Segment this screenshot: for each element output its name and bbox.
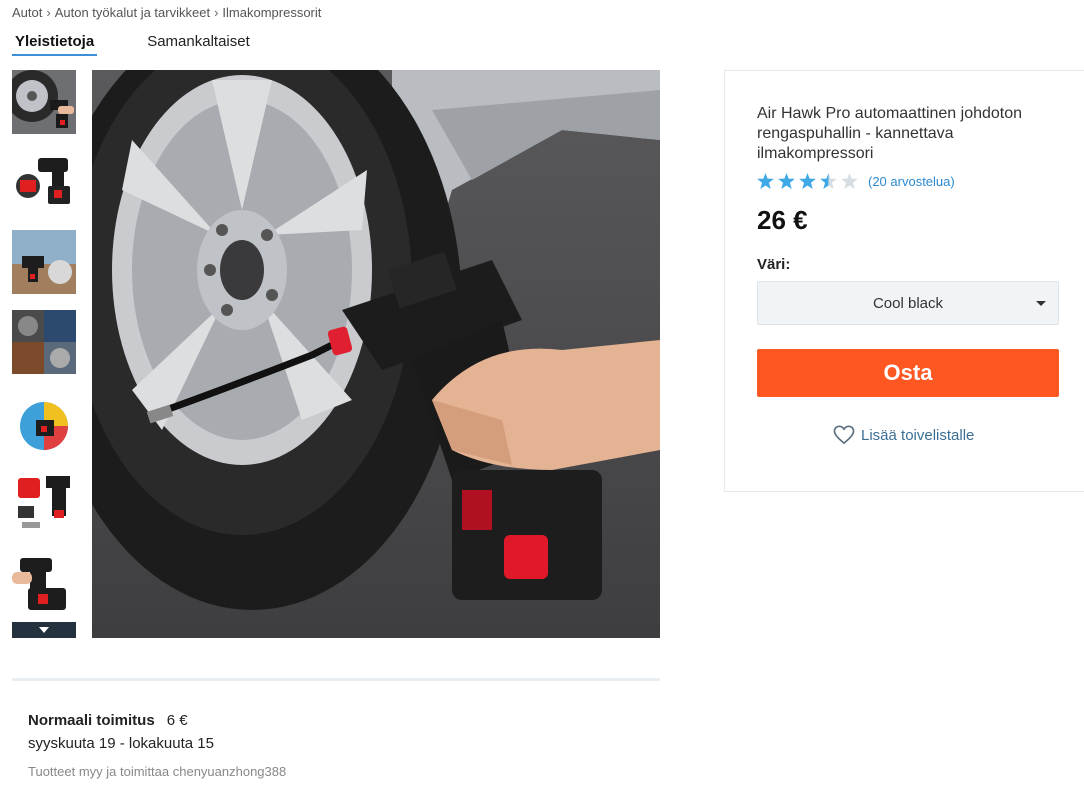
color-select[interactable]: Cool black: [757, 281, 1059, 325]
breadcrumb-compressors[interactable]: Ilmakompressorit: [222, 5, 321, 20]
review-count-link[interactable]: (20 arvostelua): [868, 174, 955, 189]
breadcrumb-autot[interactable]: Autot: [12, 5, 42, 20]
heart-icon: [833, 425, 855, 445]
star-full-icon: [778, 173, 795, 189]
thumbnail-list: [12, 70, 76, 630]
thumbnail-1[interactable]: [12, 70, 76, 134]
tab-bar: Yleistietoja Samankaltaiset: [12, 32, 253, 56]
shipping-info: Normaali toimitus 6 € syyskuuta 19 - lok…: [28, 712, 286, 779]
section-divider: [12, 678, 660, 681]
purchase-panel: Air Hawk Pro automaattinen johdoton reng…: [724, 70, 1084, 492]
thumbnail-3[interactable]: [12, 230, 76, 294]
breadcrumb-tools[interactable]: Auton työkalut ja tarvikkeet: [55, 5, 210, 20]
shipping-dates: syyskuuta 19 - lokakuuta 15: [28, 735, 214, 752]
thumbnail-5[interactable]: [12, 390, 76, 454]
product-price: 26 €: [757, 205, 808, 235]
shipping-title: Normaali toimitus: [28, 712, 155, 729]
chevron-right-icon: ›: [46, 5, 51, 20]
breadcrumb: Autot › Auton työkalut ja tarvikkeet › I…: [12, 5, 321, 20]
wishlist-label: Lisää toivelistalle: [861, 426, 975, 444]
product-main-image[interactable]: [92, 70, 660, 638]
rating: (20 arvostelua): [757, 173, 955, 189]
tab-similar[interactable]: Samankaltaiset: [144, 32, 253, 56]
shipping-price: 6 €: [166, 712, 188, 729]
thumbnail-2[interactable]: [12, 150, 76, 214]
thumbnail-4[interactable]: [12, 310, 76, 374]
star-full-icon: [757, 173, 774, 189]
seller-info: Tuotteet myy ja toimittaa chenyuanzhong3…: [28, 764, 287, 779]
star-empty-icon: [841, 173, 858, 189]
thumbnail-6[interactable]: [12, 470, 76, 534]
star-half-icon: [820, 173, 837, 189]
chevron-down-icon: [39, 627, 49, 633]
tab-general[interactable]: Yleistietoja: [12, 32, 98, 56]
product-title: Air Hawk Pro automaattinen johdoton reng…: [757, 105, 1023, 162]
star-full-icon: [799, 173, 816, 189]
thumbnail-7[interactable]: [12, 550, 76, 614]
color-select-value: Cool black: [872, 294, 944, 312]
chevron-right-icon: ›: [214, 5, 219, 20]
buy-button[interactable]: Osta: [757, 349, 1059, 397]
add-to-wishlist-button[interactable]: Lisää toivelistalle: [833, 425, 974, 445]
color-label: Väri:: [757, 256, 791, 273]
caret-down-icon: [1036, 301, 1046, 306]
scroll-down-button[interactable]: [12, 622, 76, 638]
